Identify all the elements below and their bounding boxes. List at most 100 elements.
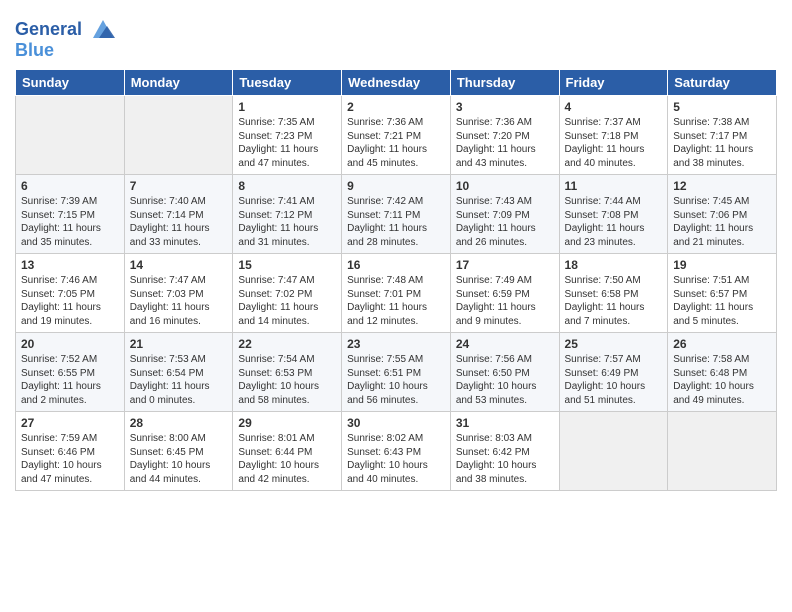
day-detail: Sunrise: 7:41 AMSunset: 7:12 PMDaylight:… xyxy=(238,195,336,249)
calendar-cell: 31 Sunrise: 8:03 AMSunset: 6:42 PMDayligh… xyxy=(450,412,559,491)
day-number: 19 xyxy=(673,258,771,272)
day-number: 25 xyxy=(565,337,663,351)
calendar-cell: 13 Sunrise: 7:46 AMSunset: 7:05 PMDayligh… xyxy=(16,254,125,333)
day-number: 2 xyxy=(347,100,445,114)
calendar-cell: 28 Sunrise: 8:00 AMSunset: 6:45 PMDayligh… xyxy=(124,412,233,491)
day-detail: Sunrise: 8:02 AMSunset: 6:43 PMDaylight:… xyxy=(347,432,445,486)
day-number: 31 xyxy=(456,416,554,430)
day-detail: Sunrise: 7:52 AMSunset: 6:55 PMDaylight:… xyxy=(21,353,119,407)
day-detail: Sunrise: 7:48 AMSunset: 7:01 PMDaylight:… xyxy=(347,274,445,328)
day-number: 16 xyxy=(347,258,445,272)
day-number: 10 xyxy=(456,179,554,193)
calendar-table: SundayMondayTuesdayWednesdayThursdayFrid… xyxy=(15,69,777,491)
day-detail: Sunrise: 7:53 AMSunset: 6:54 PMDaylight:… xyxy=(130,353,228,407)
day-number: 15 xyxy=(238,258,336,272)
calendar-cell: 29 Sunrise: 8:01 AMSunset: 6:44 PMDayligh… xyxy=(233,412,342,491)
col-header-thursday: Thursday xyxy=(450,70,559,96)
calendar-cell: 19 Sunrise: 7:51 AMSunset: 6:57 PMDayligh… xyxy=(668,254,777,333)
day-number: 9 xyxy=(347,179,445,193)
day-number: 30 xyxy=(347,416,445,430)
calendar-cell: 24 Sunrise: 7:56 AMSunset: 6:50 PMDayligh… xyxy=(450,333,559,412)
calendar-cell: 3 Sunrise: 7:36 AMSunset: 7:20 PMDaylight… xyxy=(450,96,559,175)
calendar-cell: 15 Sunrise: 7:47 AMSunset: 7:02 PMDayligh… xyxy=(233,254,342,333)
calendar-cell: 4 Sunrise: 7:37 AMSunset: 7:18 PMDaylight… xyxy=(559,96,668,175)
col-header-wednesday: Wednesday xyxy=(342,70,451,96)
day-detail: Sunrise: 7:37 AMSunset: 7:18 PMDaylight:… xyxy=(565,116,663,170)
day-number: 5 xyxy=(673,100,771,114)
day-number: 20 xyxy=(21,337,119,351)
calendar-cell: 12 Sunrise: 7:45 AMSunset: 7:06 PMDayligh… xyxy=(668,175,777,254)
day-detail: Sunrise: 8:00 AMSunset: 6:45 PMDaylight:… xyxy=(130,432,228,486)
day-detail: Sunrise: 7:45 AMSunset: 7:06 PMDaylight:… xyxy=(673,195,771,249)
day-detail: Sunrise: 7:58 AMSunset: 6:48 PMDaylight:… xyxy=(673,353,771,407)
day-number: 26 xyxy=(673,337,771,351)
calendar-cell: 7Sunrise: 7:40 AMSunset: 7:14 PMDaylight… xyxy=(124,175,233,254)
calendar-cell xyxy=(124,96,233,175)
calendar-cell: 2 Sunrise: 7:36 AMSunset: 7:21 PMDaylight… xyxy=(342,96,451,175)
day-number: 18 xyxy=(565,258,663,272)
day-detail: Sunrise: 7:47 AMSunset: 7:02 PMDaylight:… xyxy=(238,274,336,328)
logo: General Blue xyxy=(15,16,117,61)
day-detail: Sunrise: 7:43 AMSunset: 7:09 PMDaylight:… xyxy=(456,195,554,249)
day-detail: Sunrise: 7:38 AMSunset: 7:17 PMDaylight:… xyxy=(673,116,771,170)
day-detail: Sunrise: 7:36 AMSunset: 7:21 PMDaylight:… xyxy=(347,116,445,170)
day-detail: Sunrise: 7:50 AMSunset: 6:58 PMDaylight:… xyxy=(565,274,663,328)
day-number: 21 xyxy=(130,337,228,351)
col-header-tuesday: Tuesday xyxy=(233,70,342,96)
day-detail: Sunrise: 7:46 AMSunset: 7:05 PMDaylight:… xyxy=(21,274,119,328)
day-number: 8 xyxy=(238,179,336,193)
day-detail: Sunrise: 7:49 AMSunset: 6:59 PMDaylight:… xyxy=(456,274,554,328)
calendar-cell xyxy=(16,96,125,175)
day-number: 13 xyxy=(21,258,119,272)
day-detail: Sunrise: 7:44 AMSunset: 7:08 PMDaylight:… xyxy=(565,195,663,249)
day-number: 24 xyxy=(456,337,554,351)
day-number: 17 xyxy=(456,258,554,272)
day-number: 23 xyxy=(347,337,445,351)
day-number: 4 xyxy=(565,100,663,114)
calendar-cell: 30 Sunrise: 8:02 AMSunset: 6:43 PMDayligh… xyxy=(342,412,451,491)
day-detail: Sunrise: 7:56 AMSunset: 6:50 PMDaylight:… xyxy=(456,353,554,407)
day-number: 22 xyxy=(238,337,336,351)
calendar-cell: 27 Sunrise: 7:59 AMSunset: 6:46 PMDayligh… xyxy=(16,412,125,491)
day-number: 27 xyxy=(21,416,119,430)
day-detail: Sunrise: 7:35 AMSunset: 7:23 PMDaylight:… xyxy=(238,116,336,170)
calendar-cell: 14 Sunrise: 7:47 AMSunset: 7:03 PMDayligh… xyxy=(124,254,233,333)
calendar-cell: 25 Sunrise: 7:57 AMSunset: 6:49 PMDayligh… xyxy=(559,333,668,412)
calendar-cell: 23 Sunrise: 7:55 AMSunset: 6:51 PMDayligh… xyxy=(342,333,451,412)
calendar-cell: 5 Sunrise: 7:38 AMSunset: 7:17 PMDaylight… xyxy=(668,96,777,175)
day-detail: Sunrise: 7:40 AMSunset: 7:14 PMDaylight:… xyxy=(130,195,228,249)
col-header-saturday: Saturday xyxy=(668,70,777,96)
calendar-cell: 8 Sunrise: 7:41 AMSunset: 7:12 PMDaylight… xyxy=(233,175,342,254)
calendar-cell: 11 Sunrise: 7:44 AMSunset: 7:08 PMDayligh… xyxy=(559,175,668,254)
calendar-cell: 26 Sunrise: 7:58 AMSunset: 6:48 PMDayligh… xyxy=(668,333,777,412)
calendar-cell xyxy=(668,412,777,491)
day-detail: Sunrise: 8:03 AMSunset: 6:42 PMDaylight:… xyxy=(456,432,554,486)
day-number: 12 xyxy=(673,179,771,193)
calendar-cell: 18 Sunrise: 7:50 AMSunset: 6:58 PMDayligh… xyxy=(559,254,668,333)
day-detail: Sunrise: 7:59 AMSunset: 6:46 PMDaylight:… xyxy=(21,432,119,486)
day-number: 6 xyxy=(21,179,119,193)
day-number: 3 xyxy=(456,100,554,114)
calendar-cell: 20 Sunrise: 7:52 AMSunset: 6:55 PMDayligh… xyxy=(16,333,125,412)
day-detail: Sunrise: 7:36 AMSunset: 7:20 PMDaylight:… xyxy=(456,116,554,170)
day-number: 28 xyxy=(130,416,228,430)
day-number: 29 xyxy=(238,416,336,430)
day-detail: Sunrise: 8:01 AMSunset: 6:44 PMDaylight:… xyxy=(238,432,336,486)
day-detail: Sunrise: 7:51 AMSunset: 6:57 PMDaylight:… xyxy=(673,274,771,328)
day-detail: Sunrise: 7:39 AMSunset: 7:15 PMDaylight:… xyxy=(21,195,119,249)
day-number: 11 xyxy=(565,179,663,193)
day-detail: Sunrise: 7:55 AMSunset: 6:51 PMDaylight:… xyxy=(347,353,445,407)
calendar-cell: 21 Sunrise: 7:53 AMSunset: 6:54 PMDayligh… xyxy=(124,333,233,412)
calendar-cell xyxy=(559,412,668,491)
day-detail: Sunrise: 7:47 AMSunset: 7:03 PMDaylight:… xyxy=(130,274,228,328)
day-detail: Sunrise: 7:57 AMSunset: 6:49 PMDaylight:… xyxy=(565,353,663,407)
col-header-monday: Monday xyxy=(124,70,233,96)
col-header-sunday: Sunday xyxy=(16,70,125,96)
calendar-cell: 9Sunrise: 7:42 AMSunset: 7:11 PMDaylight… xyxy=(342,175,451,254)
calendar-cell: 10 Sunrise: 7:43 AMSunset: 7:09 PMDayligh… xyxy=(450,175,559,254)
col-header-friday: Friday xyxy=(559,70,668,96)
day-detail: Sunrise: 7:54 AMSunset: 6:53 PMDaylight:… xyxy=(238,353,336,407)
calendar-cell: 6 Sunrise: 7:39 AMSunset: 7:15 PMDaylight… xyxy=(16,175,125,254)
calendar-cell: 1Sunrise: 7:35 AMSunset: 7:23 PMDaylight… xyxy=(233,96,342,175)
day-number: 14 xyxy=(130,258,228,272)
